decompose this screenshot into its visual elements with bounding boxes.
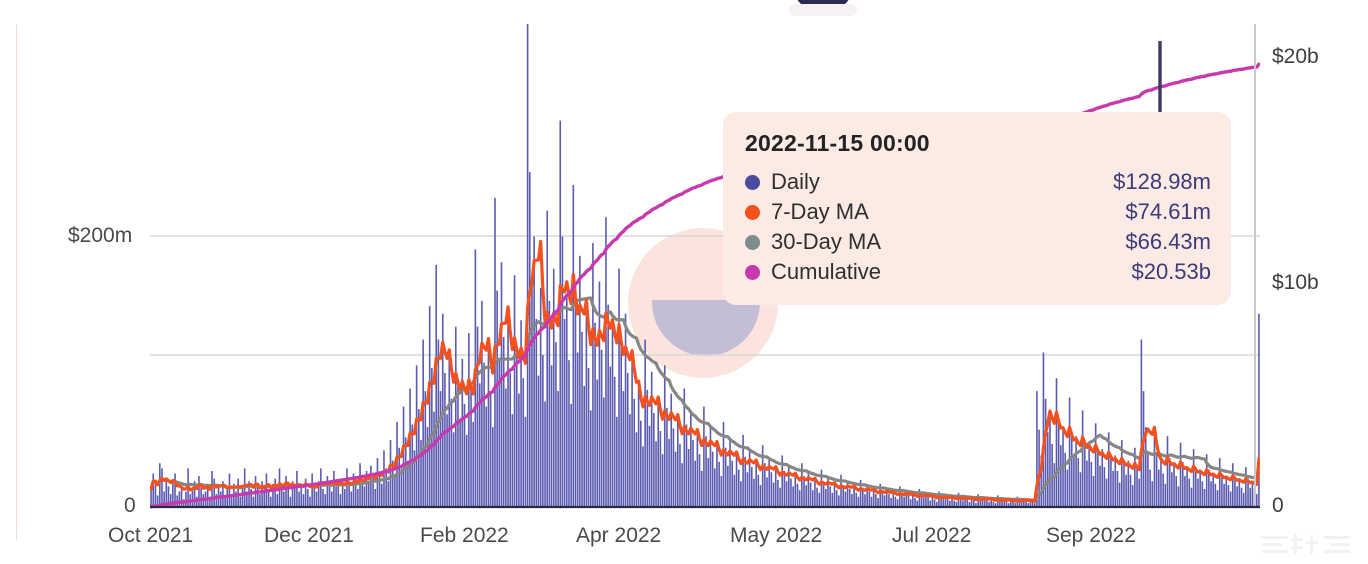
watermark-feixiaohao-icon [1262, 532, 1358, 556]
y-axis-right-tick-20b: $20b [1272, 45, 1319, 68]
y-axis-left-tick-200m: $200m [68, 224, 133, 247]
tooltip-value-cumulative: $20.53b [1131, 259, 1211, 284]
tooltip-value-ma7: $74.61m [1125, 199, 1211, 224]
y-axis-left-tick-0: 0 [124, 494, 136, 517]
tooltip-row-daily: Daily $128.98m [745, 169, 1211, 195]
x-axis-tick-may-2022: May 2022 [730, 524, 823, 547]
ma30-line [150, 296, 1260, 502]
tooltip-value-ma30: $66.43m [1125, 229, 1211, 254]
left-edge-rule [16, 24, 17, 540]
tooltip-value-daily: $128.98m [1113, 169, 1211, 194]
hover-tooltip: 2022-11-15 00:00 Daily $128.98m 7-Day MA… [723, 112, 1231, 305]
x-axis-tick-jul-2022: Jul 2022 [892, 524, 972, 547]
x-axis-tick-oct-2021: Oct 2021 [108, 524, 194, 547]
x-axis-tick-dec-2021: Dec 2021 [264, 524, 354, 547]
daily-legend-dot-icon [745, 174, 760, 190]
cumulative-legend-dot-icon [745, 264, 760, 280]
x-axis-tick-sep-2022: Sep 2022 [1046, 524, 1136, 547]
y-axis-right-tick-10b: $10b [1272, 271, 1319, 294]
tooltip-row-cumulative: Cumulative $20.53b [745, 259, 1211, 285]
tooltip-label-cumulative: Cumulative [771, 259, 882, 284]
y-axis-right-tick-0: 0 [1272, 494, 1284, 517]
x-axis-tick-apr-2022: Apr 2022 [576, 524, 662, 547]
tooltip-label-ma30: 30-Day MA [771, 229, 882, 254]
tooltip-timestamp: 2022-11-15 00:00 [745, 130, 930, 156]
chart-container: $200m 0 $20b $10b 0 Oct 2021 Dec 2021 Fe… [0, 0, 1368, 564]
tooltip-row-ma30: 30-Day MA $66.43m [745, 229, 1211, 255]
top-title-chip-shadow [789, 4, 857, 16]
ma7-legend-dot-icon [745, 204, 760, 220]
x-axis-tick-feb-2022: Feb 2022 [420, 524, 509, 547]
tooltip-label-daily: Daily [771, 169, 820, 194]
ma30-legend-dot-icon [745, 234, 760, 250]
tooltip-row-ma7: 7-Day MA $74.61m [745, 199, 1211, 225]
tooltip-label-ma7: 7-Day MA [771, 199, 869, 224]
